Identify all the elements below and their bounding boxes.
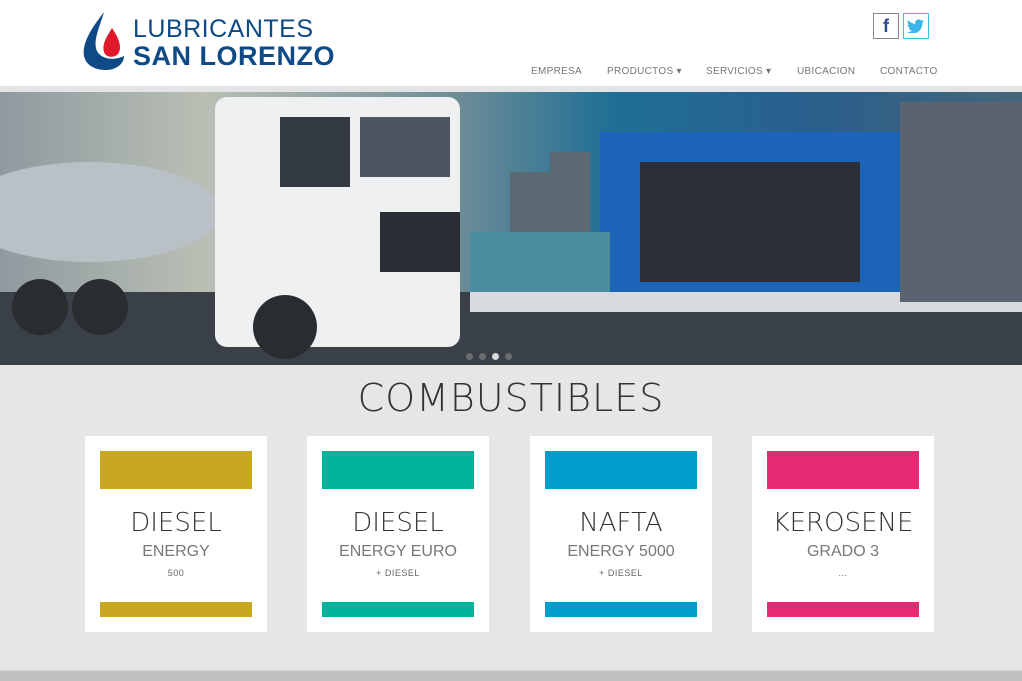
slider-dot[interactable] [466, 353, 473, 360]
product-card-nafta[interactable]: NAFTA ENERGY 5000 + DIESEL [530, 436, 712, 632]
product-detail: ... [838, 568, 848, 578]
color-bar [767, 602, 919, 617]
color-bar [100, 602, 252, 617]
brand-line2: SAN LORENZO [133, 41, 336, 71]
nav-productos[interactable]: PRODUCTOS ▾ [607, 66, 682, 77]
nav-ubicacion[interactable]: UBICACION [797, 66, 855, 77]
product-name: DIESEL [130, 508, 222, 538]
nav-empresa[interactable]: EMPRESA [531, 66, 582, 77]
product-sub: ENERGY EURO [339, 543, 457, 560]
product-sub: ENERGY [142, 543, 210, 560]
product-card-diesel-euro[interactable]: DIESEL ENERGY EURO + DIESEL [307, 436, 489, 632]
product-detail: + DIESEL [376, 568, 420, 578]
color-bar [100, 451, 252, 489]
nav-contacto[interactable]: CONTACTO [880, 66, 938, 77]
color-bar [322, 602, 474, 617]
oil-drop-icon [83, 12, 124, 70]
slider-dot[interactable] [505, 353, 512, 360]
header: LUBRICANTES SAN LORENZO f EMPRESA PRODUC… [0, 0, 1022, 86]
hero-image [0, 97, 1022, 365]
product-sub: ENERGY 5000 [567, 543, 675, 560]
product-detail: + DIESEL [599, 568, 643, 578]
slider-dots [466, 353, 512, 360]
nav-servicios[interactable]: SERVICIOS ▾ [706, 66, 771, 77]
product-sub: GRADO 3 [806, 543, 879, 560]
slider-dot[interactable] [479, 353, 486, 360]
twitter-icon[interactable] [903, 13, 929, 39]
product-detail: 500 [167, 568, 185, 578]
product-name: DIESEL [352, 508, 444, 538]
color-bar [322, 451, 474, 489]
color-bar [545, 451, 697, 489]
logo[interactable]: LUBRICANTES SAN LORENZO [82, 10, 352, 72]
color-bar [545, 602, 697, 617]
hero-slider[interactable] [0, 92, 1022, 365]
slider-dot-active[interactable] [492, 353, 499, 360]
product-name: KEROSENE [772, 508, 914, 538]
footer [0, 670, 1022, 681]
product-name: NAFTA [579, 508, 663, 538]
brand-line1: LUBRICANTES [133, 15, 314, 43]
product-card-kerosene[interactable]: KEROSENE GRADO 3 ... [752, 436, 934, 632]
facebook-icon[interactable]: f [873, 13, 899, 39]
color-bar [767, 451, 919, 489]
product-card-diesel-energy[interactable]: DIESEL ENERGY 500 [85, 436, 267, 632]
section-title: COMBUSTIBLES [357, 376, 665, 420]
